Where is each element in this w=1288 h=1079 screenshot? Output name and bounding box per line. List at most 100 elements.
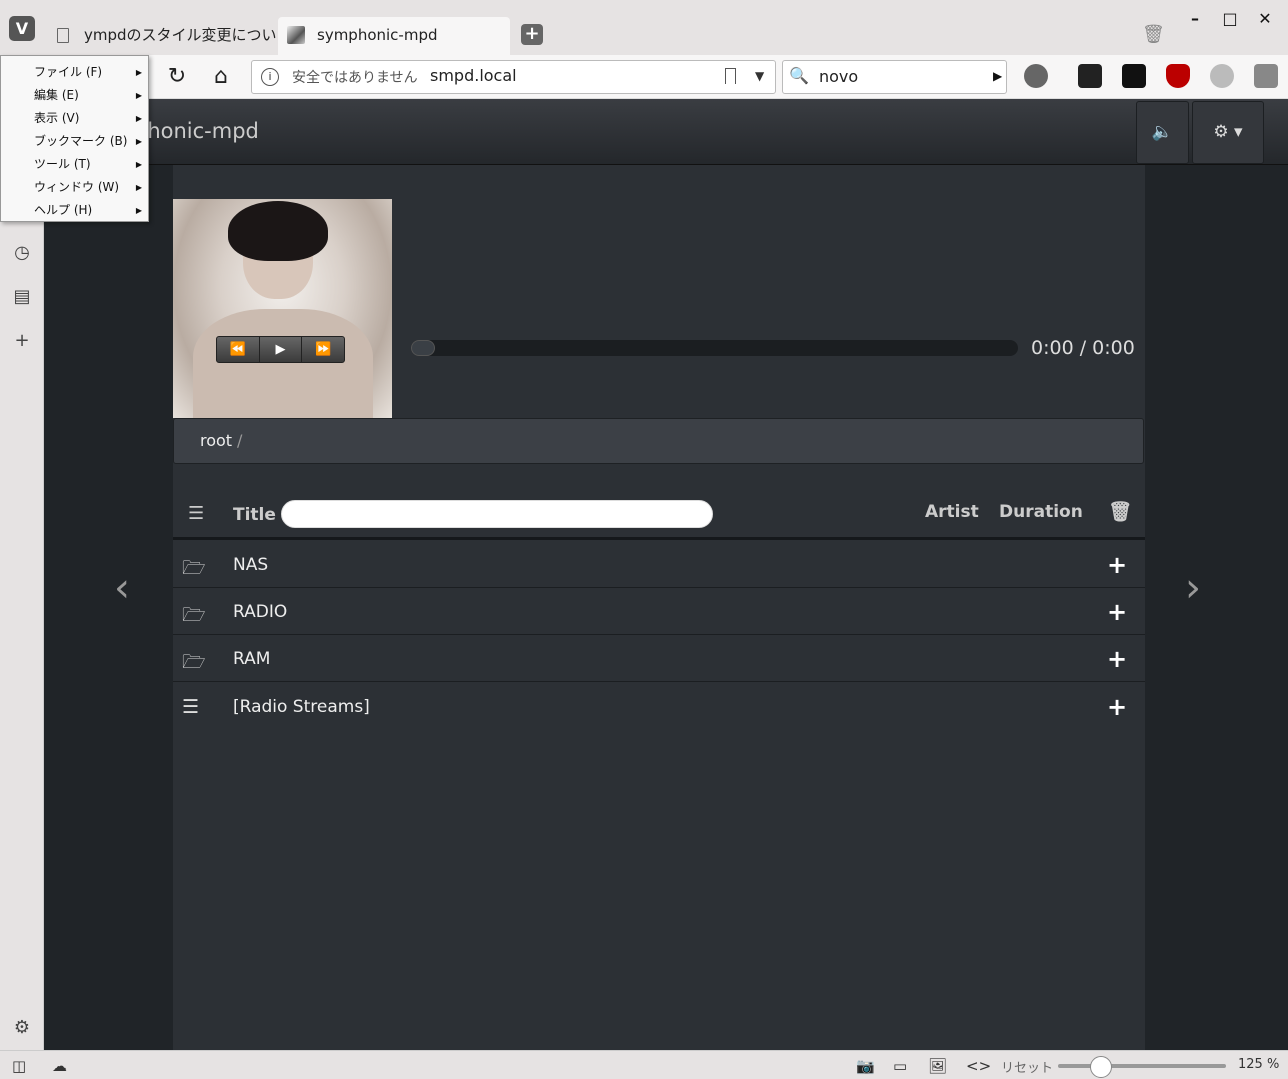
maximize-icon[interactable]: □ <box>1217 6 1243 32</box>
submenu-arrow-icon: ▶ <box>135 160 142 169</box>
settings-dropdown-button[interactable]: ⚙ ▾ <box>1192 101 1264 164</box>
elapsed-time: 0:00 / 0:00 <box>1031 337 1135 359</box>
breadcrumb-root[interactable]: root <box>200 431 232 450</box>
progress-fill <box>411 340 436 356</box>
folder-icon: 🗁 <box>182 557 206 579</box>
album-cover: ⏪ ▶ ⏩ <box>173 199 392 418</box>
security-status: 安全ではありません <box>292 70 418 86</box>
tiling-icon[interactable]: ▭ <box>893 1057 907 1075</box>
add-icon[interactable]: + <box>1107 598 1127 626</box>
chevron-right-icon[interactable]: › <box>1185 565 1201 611</box>
menu-item-label: ヘルプ (H) <box>34 203 93 217</box>
reload-icon[interactable]: ↻ <box>164 64 190 90</box>
info-icon[interactable]: i <box>261 68 279 86</box>
bookmark-icon[interactable] <box>725 68 736 84</box>
previous-icon[interactable]: ⏪ <box>217 337 260 362</box>
add-icon[interactable]: + <box>1107 551 1127 579</box>
title-header: Title <box>233 505 276 525</box>
url-text[interactable]: smpd.local <box>430 66 517 85</box>
volume-button[interactable]: 🔈 <box>1136 101 1189 164</box>
item-name[interactable]: [Radio Streams] <box>233 697 370 717</box>
profile-icon[interactable] <box>1024 64 1048 88</box>
menu-item-tools[interactable]: ツール (T) ▶ <box>1 153 148 176</box>
history-icon[interactable]: ◷ <box>11 242 33 264</box>
go-arrow-icon[interactable]: ▶ <box>993 69 1002 83</box>
next-icon[interactable]: ⏩ <box>302 337 344 362</box>
new-tab-button[interactable]: + <box>521 24 543 45</box>
right-gutter: › <box>1145 165 1288 1050</box>
camera-icon[interactable]: 📷 <box>856 1057 875 1075</box>
zoom-slider-thumb[interactable] <box>1090 1056 1112 1078</box>
close-icon[interactable]: ✕ <box>1252 6 1278 32</box>
item-name[interactable]: RADIO <box>233 602 287 622</box>
submenu-arrow-icon: ▶ <box>135 206 142 215</box>
folder-icon: 🗁 <box>182 604 206 626</box>
trash-icon[interactable]: 🗑 <box>1108 500 1132 523</box>
menu-item-window[interactable]: ウィンドウ (W) ▶ <box>1 176 148 199</box>
status-bar: ◫ ☁ 📷 ▭ 🖼 <> リセット 125 % <box>0 1050 1288 1079</box>
menu-item-label: 表示 (V) <box>34 111 80 125</box>
play-icon[interactable]: ▶ <box>260 337 303 362</box>
home-icon[interactable]: ⌂ <box>208 64 234 90</box>
playback-controls: ⏪ ▶ ⏩ <box>216 336 345 363</box>
tab-ympd[interactable]: ympdのスタイル変更につい <box>44 17 276 55</box>
item-name[interactable]: RAM <box>233 649 270 669</box>
cover-figure <box>193 309 373 418</box>
filter-input[interactable] <box>281 500 713 528</box>
list-item[interactable]: 🗁 RADIO + <box>173 588 1145 635</box>
add-panel-icon[interactable]: + <box>11 330 33 352</box>
tab-bar: V ympdのスタイル変更につい symphonic-mpd + 🗑 – □ ✕ <box>0 0 1288 55</box>
tab-title: ympdのスタイル変更につい <box>84 26 276 44</box>
progress-bar[interactable] <box>411 340 1018 356</box>
settings-icon[interactable]: ⚙ <box>11 1017 33 1039</box>
web-page: phonic-mpd 🔈 ⚙ ▾ ‹ › ⏪ ▶ ⏩ 0:00 / 0:00 r… <box>44 99 1288 1050</box>
folder-icon: 🗁 <box>182 651 206 673</box>
breadcrumb-separator: / <box>237 431 243 450</box>
browser-window: V ympdのスタイル変更につい symphonic-mpd + 🗑 – □ ✕… <box>0 0 1288 1079</box>
favicon <box>287 26 305 44</box>
menu-item-view[interactable]: 表示 (V) ▶ <box>1 107 148 130</box>
list-item[interactable]: ☰ [Radio Streams] + <box>173 683 1145 730</box>
chevron-left-icon[interactable]: ‹ <box>114 565 130 611</box>
tampermonkey-extension-icon[interactable] <box>1122 64 1146 88</box>
hatena-extension-icon[interactable] <box>1078 64 1102 88</box>
add-icon[interactable]: + <box>1107 693 1127 721</box>
cloud-icon[interactable]: ☁ <box>52 1057 67 1075</box>
list-icon: ☰ <box>182 696 200 718</box>
menu-item-label: ウィンドウ (W) <box>34 180 120 194</box>
item-name[interactable]: NAS <box>233 555 268 575</box>
tab-symphonic-mpd[interactable]: symphonic-mpd <box>278 17 510 55</box>
image-icon[interactable]: 🖼 <box>928 1057 947 1075</box>
app-title[interactable]: phonic-mpd <box>134 119 259 143</box>
window-icon[interactable]: ▤ <box>11 286 33 308</box>
menu-item-bookmarks[interactable]: ブックマーク (B) ▶ <box>1 130 148 153</box>
zoom-slider[interactable] <box>1058 1064 1226 1068</box>
chevron-down-icon[interactable]: ▼ <box>755 69 764 83</box>
list-item[interactable]: 🗁 NAS + <box>173 541 1145 588</box>
menu-item-help[interactable]: ヘルプ (H) ▶ <box>1 199 148 222</box>
extension-icon[interactable] <box>1254 64 1278 88</box>
vivaldi-menu-button[interactable]: V <box>9 16 35 41</box>
panel-toggle-icon[interactable]: ◫ <box>12 1057 26 1075</box>
add-icon[interactable]: + <box>1107 645 1127 673</box>
breadcrumb: root / <box>173 418 1144 464</box>
ublock-extension-icon[interactable] <box>1166 64 1190 88</box>
duration-header: Duration <box>999 502 1083 522</box>
zoom-reset-button[interactable]: リセット <box>1001 1057 1053 1076</box>
submenu-arrow-icon: ▶ <box>135 114 142 123</box>
menu-item-file[interactable]: ファイル (F) ▶ <box>1 61 148 84</box>
code-icon[interactable]: <> <box>966 1057 991 1075</box>
address-field[interactable]: i 安全ではありません smpd.local ▼ <box>251 60 776 94</box>
gear-icon: ⚙ ▾ <box>1213 122 1243 142</box>
artist-header: Artist <box>925 502 979 522</box>
search-field[interactable]: 🔍 novo ▶ <box>782 60 1007 94</box>
minimize-icon[interactable]: – <box>1182 6 1208 32</box>
left-gutter: ‹ <box>44 165 173 1050</box>
menu-item-edit[interactable]: 編集 (E) ▶ <box>1 84 148 107</box>
zoom-level: 125 % <box>1238 1057 1280 1072</box>
search-icon[interactable]: 🔍 <box>789 66 809 85</box>
trash-icon[interactable]: 🗑 <box>1142 24 1165 46</box>
search-value[interactable]: novo <box>819 67 858 86</box>
database-extension-icon[interactable] <box>1210 64 1234 88</box>
list-item[interactable]: 🗁 RAM + <box>173 635 1145 682</box>
